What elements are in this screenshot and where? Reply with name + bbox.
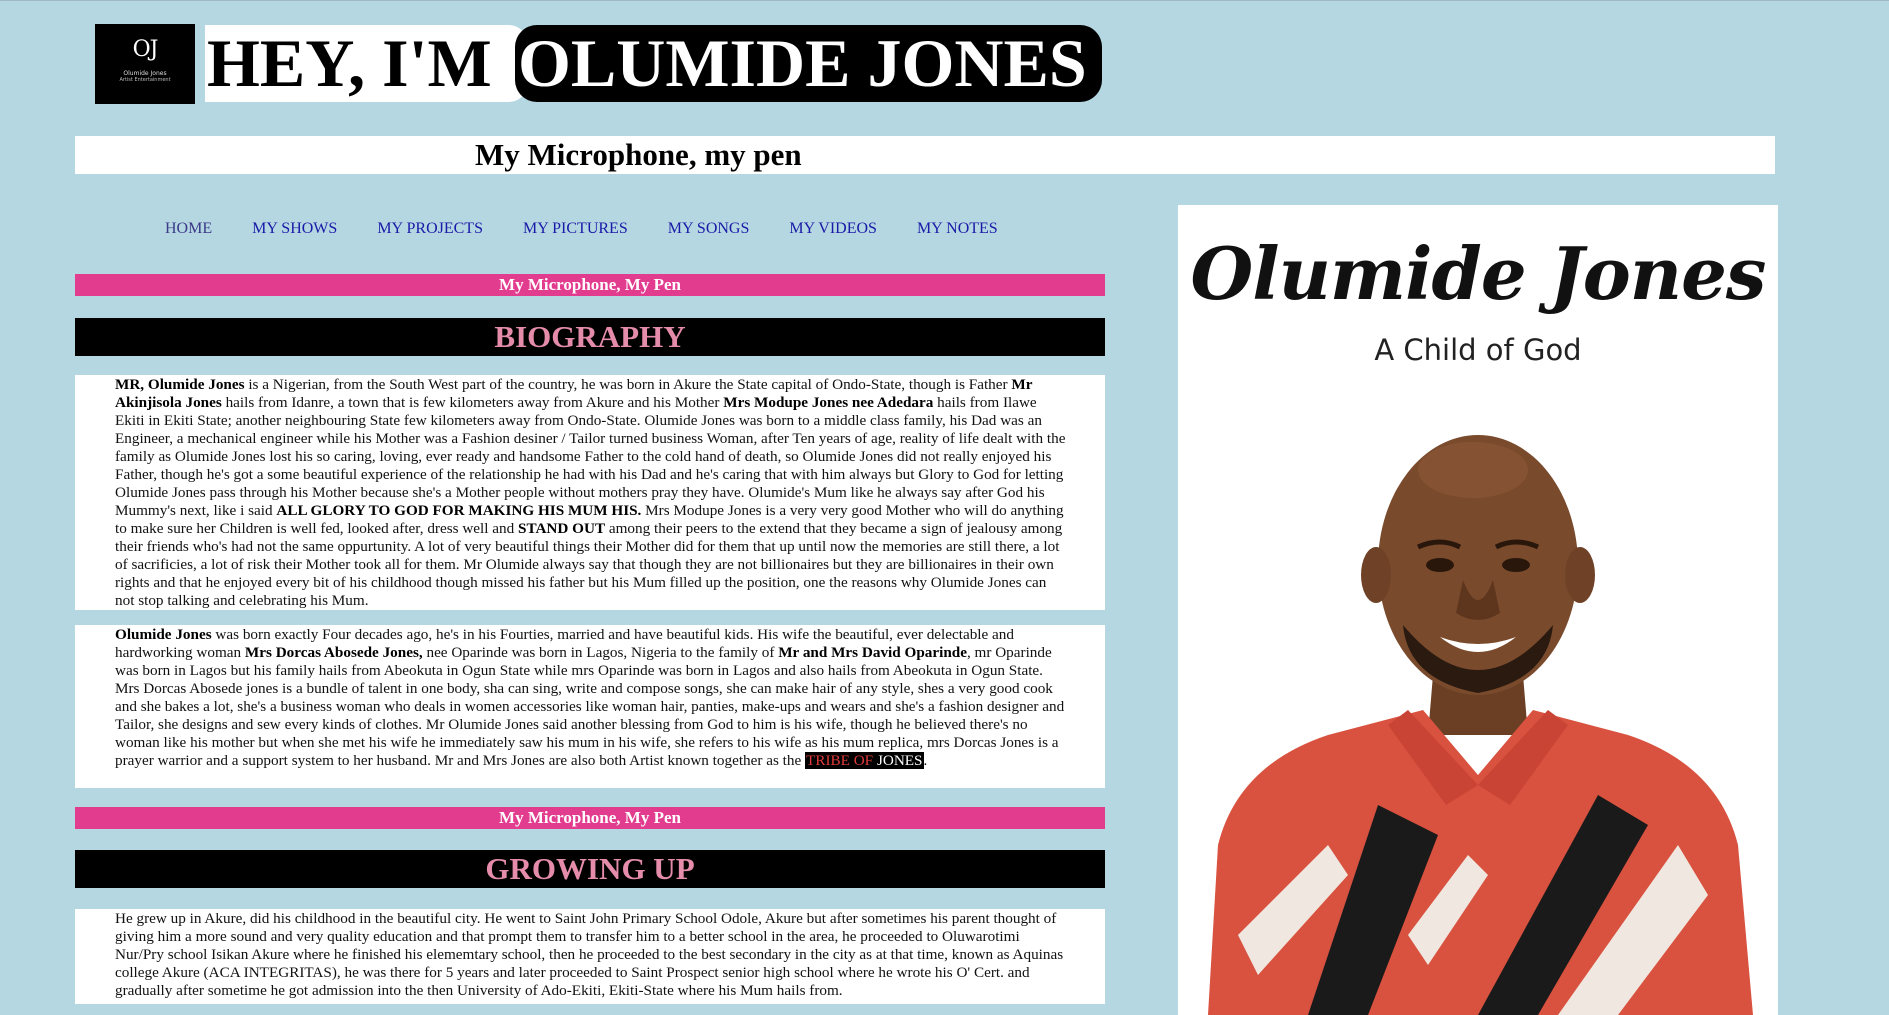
paragraph-text: , mr Oparinde was born in Lagos but his … [115,644,1065,769]
nav-my-projects[interactable]: MY PROJECTS [377,219,483,239]
nav-my-songs[interactable]: MY SONGS [668,219,750,239]
nav-home[interactable]: HOME [165,219,212,239]
poster-name: Olumide Jones [1190,231,1767,316]
main-nav: HOME MY SHOWS MY PROJECTS MY PICTURES MY… [165,219,1034,239]
paragraph-text: is a Nigerian, from the South West part … [244,376,1012,393]
paragraph-text: hails from Idanre, a town that is few ki… [221,394,724,411]
nav-my-shows[interactable]: MY SHOWS [252,219,337,239]
tribe-of-text: TRIBE OF [806,752,874,769]
tagline-bar: My Microphone, my pen [75,136,1775,174]
paragraph-text: hails from Ilawe Ekiti in Ekiti State; a… [115,394,1066,519]
portrait-photo [1208,435,1753,1015]
growing-up-paragraph: He grew up in Akure, did his childhood i… [75,909,1105,1004]
bold-text: Olumide Jones [115,626,212,643]
logo-role: Artist Entertainment [119,77,171,83]
jones-text: JONES [873,752,923,769]
biography-paragraph-1: MR, Olumide Jones is a Nigerian, from th… [75,375,1105,610]
poster-subtitle: A Child of God [1374,333,1582,367]
logo-monogram: OJ [132,37,159,62]
bold-text: ALL GLORY TO GOD FOR MAKING HIS MUM HIS. [276,502,642,519]
paragraph-text: nee Oparinde was born in Lagos, Nigeria … [422,644,779,661]
paragraph-text: He grew up in Akure, did his childhood i… [115,910,1064,999]
tribe-of-jones-highlight: TRIBE OF JONES [805,752,924,769]
tagline: My Microphone, my pen [475,137,802,172]
paragraph-text: . [923,752,928,769]
bold-text: MR, Olumide Jones [115,376,245,393]
nav-my-pictures[interactable]: MY PICTURES [523,219,628,239]
section-banner: My Microphone, My Pen [75,274,1105,296]
hero-name: OLUMIDE JONES [515,25,1102,102]
bold-text: Mr and Mrs David Oparinde [778,644,967,661]
logo-name: Olumide Jones [123,70,167,77]
site-logo[interactable]: OJ Olumide Jones Artist Entertainment [95,24,195,104]
nav-my-notes[interactable]: MY NOTES [917,219,998,239]
biography-title: BIOGRAPHY [75,318,1105,356]
growing-up-title: GROWING UP [75,850,1105,888]
bold-text: Mrs Modupe Jones nee Adedara [723,394,934,411]
bold-text: STAND OUT [518,520,606,537]
section-banner: My Microphone, My Pen [75,807,1105,829]
bold-text: Mrs Dorcas Abosede Jones, [244,644,423,661]
hero-greeting: HEY, I'M [205,25,527,102]
biography-paragraph-2: Olumide Jones was born exactly Four deca… [75,625,1105,788]
profile-poster: Olumide Jones A Child of God [1178,205,1778,1015]
nav-my-videos[interactable]: MY VIDEOS [789,219,877,239]
